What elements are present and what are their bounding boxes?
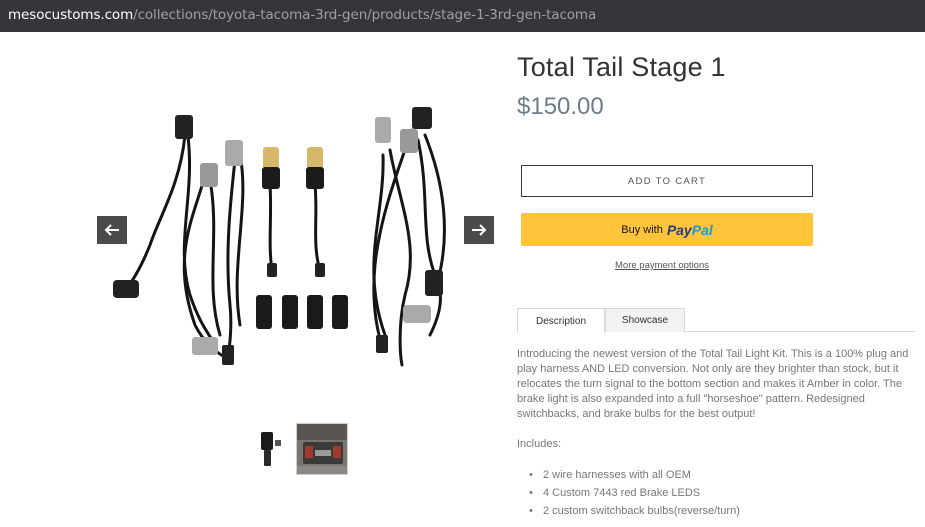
list-item: 4 Custom 7443 red Brake LEDS	[529, 484, 740, 502]
product-title: Total Tail Stage 1	[517, 52, 726, 82]
truck-photo-image	[297, 424, 347, 474]
paypal-button[interactable]: Buy with Pay Pal	[521, 213, 813, 246]
paypal-prefix: Buy with	[621, 223, 663, 236]
add-to-cart-button[interactable]: ADD TO CART	[521, 165, 813, 197]
gallery-next-button[interactable]	[464, 216, 494, 244]
browser-address-bar[interactable]: mesocustoms.com/collections/toyota-tacom…	[0, 0, 925, 32]
url-domain: mesocustoms.com	[8, 7, 134, 23]
paypal-logo-pal: Pal	[691, 221, 713, 238]
more-payment-options-link[interactable]: More payment options	[615, 260, 709, 271]
product-price: $150.00	[517, 93, 604, 120]
thumbnail-truck-photo[interactable]	[296, 423, 348, 475]
includes-heading: Includes:	[517, 438, 562, 450]
product-main-image[interactable]	[100, 95, 480, 385]
thumbnail-bulb[interactable]	[255, 428, 285, 472]
paypal-logo-pay: Pay	[666, 221, 692, 238]
list-item: 2 custom switchback bulbs(reverse/turn)	[529, 502, 740, 520]
tab-showcase[interactable]: Showcase	[605, 308, 685, 332]
gallery-prev-button[interactable]	[97, 216, 127, 244]
product-description: Introducing the newest version of the To…	[517, 348, 909, 420]
arrow-right-icon	[472, 224, 487, 236]
includes-list: 2 wire harnesses with all OEM 4 Custom 7…	[529, 466, 740, 520]
tab-description[interactable]: Description	[517, 308, 605, 333]
url-text[interactable]: mesocustoms.com/collections/toyota-tacom…	[8, 7, 596, 23]
url-path: /collections/toyota-tacoma-3rd-gen/produ…	[133, 7, 597, 23]
list-item: 2 wire harnesses with all OEM	[529, 466, 740, 484]
arrow-left-icon	[104, 224, 119, 236]
